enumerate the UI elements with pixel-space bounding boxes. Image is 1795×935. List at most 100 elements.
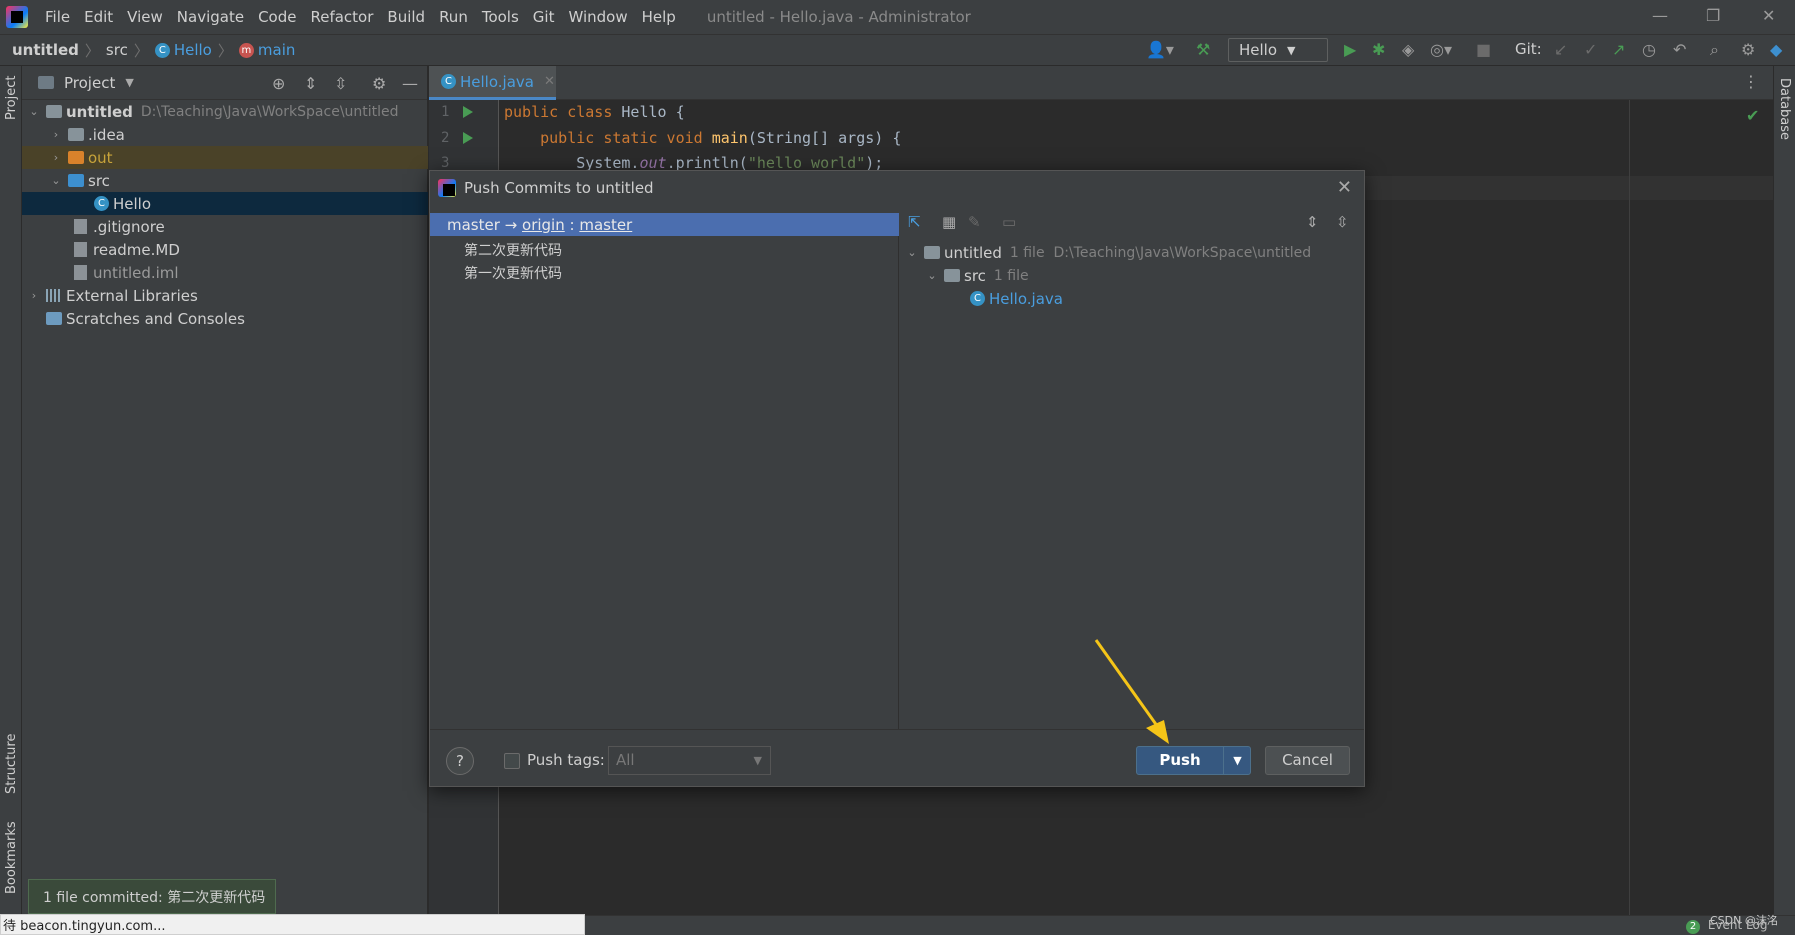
expand-all-icon[interactable]: ⇕ [304,74,317,93]
chevron-down-icon[interactable]: ⌄ [926,269,938,282]
structure-tool-tab[interactable]: Structure [4,734,19,794]
branch-row-selected[interactable]: master → origin : master [430,213,899,236]
project-tool-tab[interactable]: Project [4,76,19,120]
menu-refactor[interactable]: Refactor [310,8,373,26]
breadcrumb-method[interactable]: main [258,41,295,59]
push-button[interactable]: Push ▼ [1136,746,1251,775]
rollback-icon[interactable]: ↶ [1673,40,1686,59]
project-panel-header: Project ▼ ⊕ ⇕ ⇳ ⚙ — [22,66,427,100]
tab-label: Hello.java [460,72,534,91]
close-tab-icon[interactable]: ✕ [544,74,555,89]
run-icon[interactable]: ▶ [1344,40,1356,59]
tree-item-src[interactable]: ⌄ src [22,169,428,192]
more-vertical-icon[interactable]: ⋮ [1743,72,1759,91]
restore-icon[interactable]: ❐ [1706,6,1720,25]
account-icon[interactable]: 👤▾ [1146,40,1174,59]
commit-notification[interactable]: 1 file committed: 第二次更新代码 [28,879,276,914]
menu-code[interactable]: Code [258,8,296,26]
collapse-all-icon[interactable]: ⇳ [334,74,347,93]
breadcrumb-src[interactable]: src [106,41,128,59]
project-panel-title[interactable]: Project [64,74,115,92]
chevron-down-icon[interactable]: ▼ [125,76,133,89]
close-window-icon[interactable]: ✕ [1762,6,1775,25]
git-commit-icon[interactable]: ✓ [1584,40,1597,59]
minimize-icon[interactable]: — [1652,6,1668,25]
tree-item-external-libraries[interactable]: › External Libraries [22,284,428,307]
notification-text: 1 file committed: 第二次更新代码 [43,889,266,906]
commit-item[interactable]: 第二次更新代码 [464,240,562,260]
code-line-1[interactable]: public class Hello { [504,103,685,121]
menu-window[interactable]: Window [568,8,627,26]
git-push-icon[interactable]: ↗ [1612,40,1625,59]
gear-icon[interactable]: ⚙ [372,74,386,93]
library-icon [46,289,62,302]
menu-git[interactable]: Git [533,8,555,26]
plugin-icon[interactable]: ◆ [1770,40,1782,59]
profiler-icon[interactable]: ◎▾ [1430,40,1452,59]
tree-item-idea[interactable]: › .idea [22,123,428,146]
tab-hello-java[interactable]: C Hello.java ✕ [429,66,556,100]
tree-item-gitignore[interactable]: .gitignore [22,215,428,238]
breadcrumb-class[interactable]: Hello [174,41,212,59]
tree-item-iml[interactable]: untitled.iml [22,261,428,284]
menu-file[interactable]: File [45,8,70,26]
push-options-dropdown[interactable]: ▼ [1223,747,1251,774]
run-gutter-icon[interactable] [463,106,473,118]
collapse-all-icon[interactable]: ⇳ [1336,213,1349,231]
commit-item[interactable]: 第一次更新代码 [464,263,562,283]
coverage-icon[interactable]: ◈ [1402,40,1414,59]
run-gutter-icon[interactable] [463,132,473,144]
chevron-down-icon[interactable]: ⌄ [28,105,40,118]
tree-item-untitled[interactable]: ⌄ untitled D:\Teaching\Java\WorkSpace\un… [22,100,428,123]
group-by-icon[interactable]: ▦ [942,213,956,231]
chevron-right-icon[interactable]: › [50,151,62,164]
tree-item-out[interactable]: › out [22,146,428,169]
target-branch-link[interactable]: master [579,216,632,234]
remote-name-link[interactable]: origin [522,216,565,234]
chevron-right-icon[interactable]: › [28,289,40,302]
menu-help[interactable]: Help [642,8,676,26]
changes-folder-row[interactable]: ⌄ src 1 file [926,264,1028,287]
history-icon[interactable]: ◷ [1642,40,1656,59]
code-line-3[interactable]: System.out.println("hello world"); [504,154,883,170]
push-tags-select[interactable]: All ▼ [608,746,771,775]
menu-view[interactable]: View [127,8,163,26]
tree-item-readme[interactable]: readme.MD [22,238,428,261]
expand-all-icon[interactable]: ⇕ [1306,213,1319,231]
event-log-button[interactable]: 2 Event Log [1686,918,1767,934]
push-tags-label[interactable]: Push tags: [527,751,605,769]
chevron-right-icon[interactable]: › [50,128,62,141]
preview-icon[interactable]: ▭ [1002,213,1016,231]
bookmarks-tool-tab[interactable]: Bookmarks [4,821,19,894]
inspection-ok-icon[interactable]: ✔ [1746,106,1759,125]
tree-item-hello[interactable]: C Hello [22,192,428,215]
help-button[interactable]: ? [446,747,474,775]
hide-icon[interactable]: — [402,74,418,93]
chevron-down-icon[interactable]: ⌄ [50,174,62,187]
edit-source-icon[interactable]: ✎ [968,213,981,231]
build-hammer-icon[interactable]: ⚒ [1196,40,1210,59]
menu-build[interactable]: Build [387,8,425,26]
locate-icon[interactable]: ⊕ [272,74,285,93]
changes-file-row[interactable]: C Hello.java [970,287,1063,310]
push-tags-checkbox[interactable] [504,753,520,769]
menu-edit[interactable]: Edit [84,8,113,26]
code-line-2[interactable]: public static void main(String[] args) { [504,129,901,147]
run-configuration-select[interactable]: Hello ▼ [1228,38,1328,62]
tree-item-scratches[interactable]: Scratches and Consoles [22,307,428,330]
show-diff-icon[interactable]: ⇱ [908,213,921,231]
git-update-icon[interactable]: ↙ [1554,40,1567,59]
changes-root-row[interactable]: ⌄ untitled 1 file D:\Teaching\Java\WorkS… [906,241,1311,264]
chevron-down-icon[interactable]: ⌄ [906,246,918,259]
menu-navigate[interactable]: Navigate [177,8,244,26]
menu-run[interactable]: Run [439,8,468,26]
debug-icon[interactable]: ✱ [1372,40,1385,59]
database-tool-tab[interactable]: Database [1777,78,1792,140]
menu-tools[interactable]: Tools [482,8,519,26]
breadcrumb-project[interactable]: untitled [12,41,79,59]
close-dialog-icon[interactable]: ✕ [1337,177,1352,198]
stop-icon[interactable]: ■ [1476,40,1491,59]
settings-gear-icon[interactable]: ⚙ [1741,40,1755,59]
cancel-button[interactable]: Cancel [1265,746,1350,775]
search-icon[interactable]: ⌕ [1710,40,1719,60]
